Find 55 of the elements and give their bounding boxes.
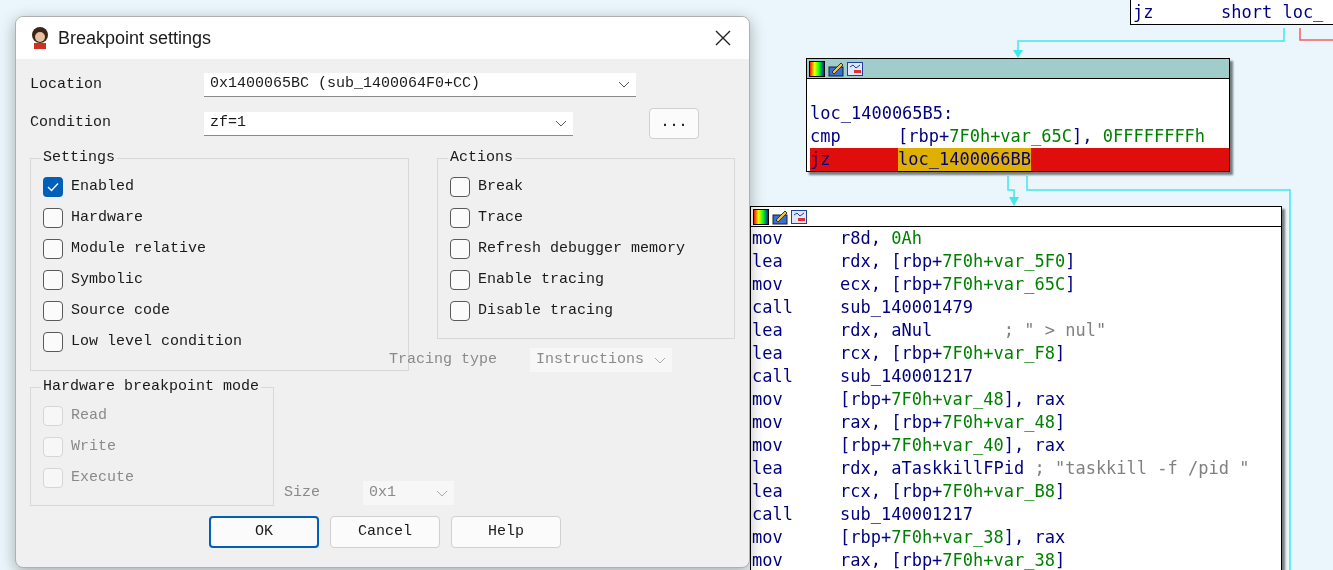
checkbox[interactable]: Break [450, 171, 523, 203]
checkmark-icon [47, 182, 59, 192]
dialog-button[interactable]: Help [451, 516, 561, 548]
code-line: lea rdx, [rbp+7F0h+var_5F0] [752, 250, 1076, 273]
edge-arrow [1007, 175, 1019, 206]
field-label: Condition [30, 113, 112, 134]
graph-view-icon [847, 60, 863, 77]
graph-view-icon [791, 208, 807, 225]
chevron-down-icon [555, 119, 567, 127]
code-line: mov [rbp+7F0h+var_38], rax [752, 526, 1066, 549]
checkbox[interactable]: Module relative [43, 233, 207, 265]
code-line: mov ecx, [rbp+7F0h+var_65C] [752, 273, 1076, 296]
code-line: lea rcx, [rbp+7F0h+var_F8] [752, 342, 1066, 365]
checkbox[interactable]: Enable tracing [450, 264, 605, 296]
field-label: Tracing type [389, 349, 499, 370]
chevron-down-icon [618, 81, 630, 88]
checkbox[interactable]: Symbolic [43, 264, 143, 296]
checkbox[interactable]: Refresh debugger memory [450, 233, 686, 265]
location-combobox[interactable]: 0x1400065BC (sub_1400064F0+CC) [204, 73, 636, 97]
code-line: lea rdx, aNul ; " > nul" [752, 319, 1107, 342]
code-line: call sub_140001217 [752, 503, 974, 526]
code-line: lea rdx, aTaskkillFPid ; "taskkill -f /pid " [752, 457, 1250, 480]
close-icon [715, 30, 731, 46]
code-line: call sub_140001217 [752, 365, 974, 388]
dialog-button[interactable]: OK [209, 516, 319, 548]
checkbox[interactable]: Source code [43, 295, 171, 327]
code-line: mov r8d, 0Ah [752, 227, 922, 250]
checkbox[interactable]: Low level condition [43, 326, 243, 358]
code-line: call sub_140001479 [752, 296, 974, 319]
field-label: Size [284, 482, 322, 503]
group-title: Settings [42, 148, 116, 168]
code-line: mov rax, [rbp+7F0h+var_38] [752, 549, 1066, 570]
group-title: Actions [449, 148, 514, 168]
code-line: mov [rbp+7F0h+var_48], rax [752, 388, 1066, 411]
code-line: mov rax, [rbp+7F0h+var_48] [752, 411, 1066, 434]
more-button[interactable]: ... [649, 108, 699, 139]
checkbox[interactable]: Disable tracing [450, 295, 614, 327]
code-line: jz short loc_ [1133, 1, 1324, 24]
group-title: Hardware breakpoint mode [42, 377, 261, 397]
chevron-down-icon [436, 489, 449, 497]
window-title: Breakpoint settings [58, 26, 212, 50]
condition-combobox[interactable]: zf=1 [204, 111, 573, 136]
code-label: loc_1400065B5: [810, 102, 954, 125]
pencil-icon [828, 60, 844, 77]
checkbox[interactable]: Hardware [43, 202, 143, 234]
code-line: cmp [rbp+7F0h+var_65C], 0FFFFFFFFh [810, 125, 1206, 148]
checkbox[interactable]: Enabled [43, 171, 134, 203]
chevron-down-icon [654, 356, 666, 364]
edge-line [1299, 27, 1333, 41]
code-line: lea rcx, [rbp+7F0h+var_B8] [752, 480, 1066, 503]
field-label: Location [30, 74, 103, 95]
checkbox[interactable]: Trace [450, 202, 523, 234]
dialog-button[interactable]: Cancel [330, 516, 440, 548]
code-line: mov [rbp+7F0h+var_40], rax [752, 434, 1066, 457]
pencil-icon [772, 208, 788, 225]
